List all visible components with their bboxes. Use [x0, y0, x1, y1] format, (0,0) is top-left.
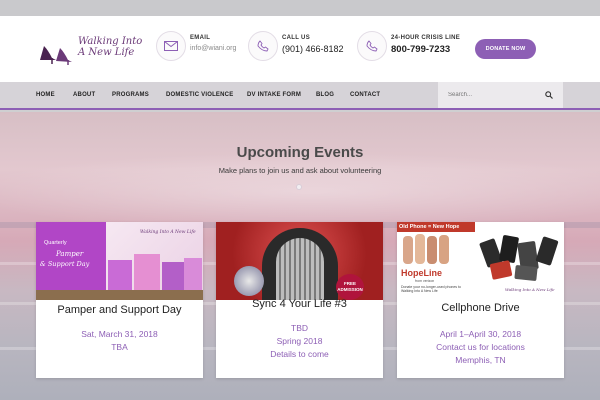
section-subtitle: Make plans to join us and ask about volu…	[218, 166, 382, 175]
nav-item-dv-intake-form[interactable]: DV INTAKE FORM	[247, 92, 301, 98]
event-card-sync[interactable]: FREE ADMISSION Sync 4 Your Life #3 TBD S…	[216, 222, 383, 378]
crisis-label: 24-HOUR CRISIS LINE	[391, 35, 461, 41]
contact-call: CALL US (901) 466-8182	[248, 30, 348, 64]
hopeline-logo: HopeLine	[401, 268, 443, 278]
event-date: TBD	[291, 323, 308, 333]
event-details: Details to come	[270, 349, 329, 359]
event-image-cellphone[interactable]: Old Phone = New Hope HopeLine from veriz…	[397, 222, 564, 300]
thumb-brand: Walking Into A New Life	[140, 230, 196, 235]
event-image-pamper[interactable]: Quarterly Pamper & Support Day Walking I…	[36, 222, 203, 300]
phone-icon	[248, 31, 278, 61]
event-card-cellphone[interactable]: Old Phone = New Hope HopeLine from veriz…	[397, 222, 564, 378]
event-date: April 1–April 30, 2018	[439, 329, 522, 339]
phone-icon	[357, 31, 387, 61]
envelope-icon	[156, 31, 186, 61]
site-logo[interactable]: Walking Into A New Life	[38, 34, 142, 70]
slider-dot[interactable]	[296, 184, 302, 190]
event-image-sync[interactable]: FREE ADMISSION	[216, 222, 383, 300]
email-label: EMAIL	[190, 35, 211, 41]
event-location: Memphis, TN	[455, 355, 506, 365]
event-title[interactable]: Pamper and Support Day	[36, 304, 203, 316]
call-label: CALL US	[282, 35, 310, 41]
admission-badge: FREE ADMISSION	[336, 274, 364, 300]
crisis-value[interactable]: 800-799-7233	[391, 44, 450, 55]
nav-item-contact[interactable]: CONTACT	[350, 92, 380, 98]
thumb-brand: Walking Into A New Life	[505, 287, 555, 292]
thumb-kicker: Quarterly	[44, 240, 67, 246]
event-contact: Contact us for locations	[436, 342, 525, 352]
section-title: Upcoming Events	[236, 144, 364, 161]
thumb-headline-2: & Support Day	[40, 260, 90, 268]
email-value[interactable]: info@wiani.org	[190, 45, 236, 52]
thumb-banner: Old Phone = New Hope	[397, 222, 475, 232]
badge-line-2: ADMISSION	[337, 287, 363, 292]
main-nav: HOME ABOUT PROGRAMS DOMESTIC VIOLENCE DV…	[0, 82, 600, 110]
browser-top-strip	[0, 0, 600, 16]
event-card-pamper[interactable]: Quarterly Pamper & Support Day Walking I…	[36, 222, 203, 378]
event-location: TBA	[111, 342, 128, 352]
event-date: Sat, March 31, 2018	[81, 329, 158, 339]
search-icon[interactable]	[545, 91, 553, 99]
thumb-body: Donate your no-longer-used phones to Wal…	[401, 285, 461, 293]
hopeline-sub: from verizon	[415, 279, 435, 283]
search-input[interactable]	[448, 89, 538, 101]
site-header: Walking Into A New Life EMAIL info@wiani…	[0, 16, 600, 82]
contact-crisis-line: 24-HOUR CRISIS LINE 800-799-7233	[357, 30, 467, 64]
nav-item-blog[interactable]: BLOG	[316, 92, 334, 98]
call-value[interactable]: (901) 466-8182	[282, 44, 344, 54]
nav-item-home[interactable]: HOME	[36, 92, 55, 98]
thumb-headline-1: Pamper	[56, 250, 84, 258]
logo-text: Walking Into A New Life	[78, 36, 143, 58]
event-season: Spring 2018	[276, 336, 323, 346]
nav-item-about[interactable]: ABOUT	[73, 92, 95, 98]
heels-logo-icon	[40, 46, 72, 65]
event-title[interactable]: Cellphone Drive	[397, 302, 564, 314]
contact-email: EMAIL info@wiani.org	[156, 30, 246, 64]
nav-item-programs[interactable]: PROGRAMS	[112, 92, 149, 98]
donate-button[interactable]: DONATE NOW	[475, 39, 536, 59]
search-box	[438, 82, 563, 108]
event-title[interactable]: Sync 4 Your Life #3	[216, 298, 383, 310]
nav-item-domestic-violence[interactable]: DOMESTIC VIOLENCE	[166, 92, 233, 98]
